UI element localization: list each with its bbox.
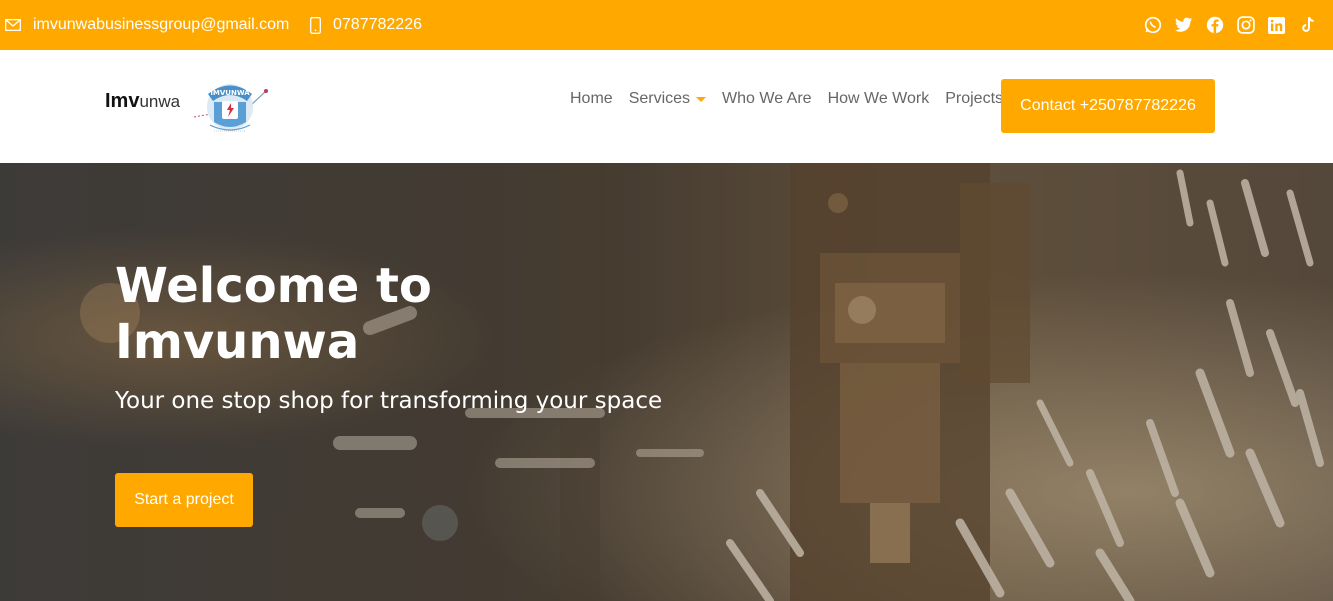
logo-icon[interactable]: IMVUNWA	[192, 77, 268, 141]
hero-tagline: Your one stop shop for transforming your…	[115, 388, 663, 414]
nav-projects[interactable]: Projects	[945, 90, 1003, 108]
nav-links: Home Services Who We Are How We Work Pro…	[570, 90, 1003, 108]
main-navbar: Imv unwa IMVUNWA Home Services Who We Are…	[0, 50, 1333, 163]
phone-contact[interactable]: 0787782226	[310, 0, 422, 50]
email-contact[interactable]: imvunwabusinessgroup@gmail.com	[5, 0, 289, 50]
start-project-button[interactable]: Start a project	[115, 473, 253, 527]
hero-background-image	[0, 163, 1333, 601]
brand-bold: Imv	[105, 90, 140, 112]
whatsapp-icon[interactable]	[1143, 16, 1162, 35]
contact-button[interactable]: Contact +250787782226	[1001, 79, 1215, 133]
nav-services-label: Services	[628, 90, 691, 107]
brand-rest: unwa	[139, 91, 181, 111]
brand-name[interactable]: Imv unwa	[105, 90, 180, 113]
hero-section: Welcome to Imvunwa Your one stop shop fo…	[0, 163, 1333, 601]
facebook-icon[interactable]	[1205, 16, 1224, 35]
top-bar: imvunwabusinessgroup@gmail.com 078778222…	[0, 0, 1333, 50]
logo-text: IMVUNWA	[210, 89, 250, 97]
nav-who-we-are[interactable]: Who We Are	[722, 90, 812, 108]
phone-icon	[310, 16, 321, 34]
email-text: imvunwabusinessgroup@gmail.com	[33, 16, 290, 33]
instagram-icon[interactable]	[1236, 16, 1255, 35]
envelope-icon	[5, 19, 21, 31]
twitter-icon[interactable]	[1174, 16, 1193, 35]
chevron-down-icon	[696, 96, 707, 102]
nav-how-we-work[interactable]: How We Work	[828, 90, 930, 108]
tiktok-icon[interactable]	[1298, 16, 1317, 35]
hero-title: Welcome to Imvunwa	[115, 258, 432, 370]
nav-services[interactable]: Services	[628, 90, 707, 108]
linkedin-icon[interactable]	[1267, 16, 1286, 35]
nav-home[interactable]: Home	[570, 90, 613, 108]
social-links	[1143, 0, 1317, 50]
phone-text: 0787782226	[333, 16, 422, 33]
